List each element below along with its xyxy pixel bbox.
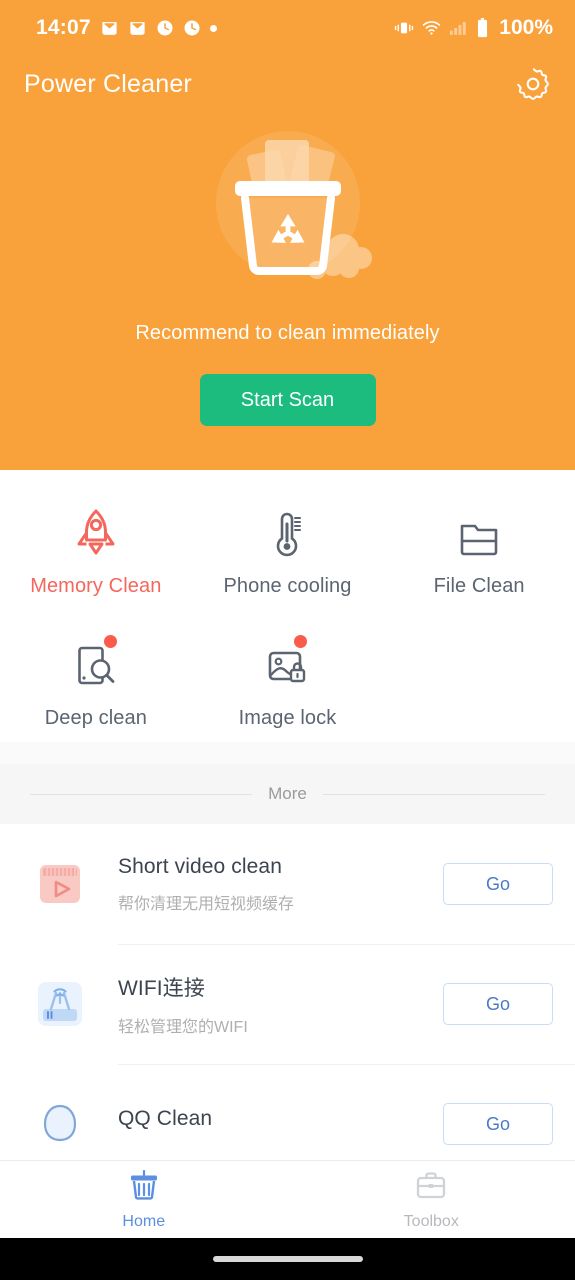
list-item-text: QQ Clean — [96, 1107, 443, 1142]
nav-label: Home — [122, 1213, 166, 1230]
feature-empty-slot — [383, 636, 575, 730]
image-lock-icon — [263, 635, 311, 692]
clock-icon — [184, 20, 200, 36]
folder-icon — [456, 504, 502, 560]
go-button[interactable]: Go — [443, 863, 553, 905]
feature-label: Phone cooling — [223, 575, 352, 597]
feature-row-1: Memory Clean Phone cooling File Clean — [0, 504, 575, 598]
bottom-navigation: Home Toolbox — [0, 1160, 575, 1238]
gear-icon[interactable] — [513, 64, 553, 104]
qq-icon — [24, 1096, 96, 1152]
feature-label: Memory Clean — [30, 575, 162, 597]
divider-line-left — [30, 793, 253, 795]
status-bar-left: 14:07 — [36, 16, 217, 40]
more-label: More — [268, 784, 307, 803]
router-icon — [24, 976, 96, 1032]
mail-icon — [102, 21, 117, 35]
dot-icon — [209, 24, 217, 32]
trash-bin-icon — [127, 1168, 161, 1207]
status-bar: 14:07 100% — [0, 0, 575, 56]
start-scan-button[interactable]: Start Scan — [199, 374, 376, 426]
list-item-title: Short video clean — [118, 854, 282, 878]
feature-deep-clean[interactable]: Deep clean — [0, 635, 192, 730]
nav-tab-toolbox[interactable]: Toolbox — [288, 1168, 575, 1231]
battery-icon — [478, 18, 488, 38]
list-item[interactable]: WIFI连接 轻松管理您的WIFI Go — [0, 944, 575, 1064]
gesture-pill[interactable] — [212, 1256, 363, 1262]
divider-line-right — [322, 793, 546, 795]
vibrate-icon — [395, 22, 414, 34]
battery-percent-label: 100% — [499, 16, 553, 39]
more-divider: More — [0, 764, 575, 824]
feature-grid: Memory Clean Phone cooling File Clean De… — [0, 470, 575, 742]
feature-image-lock[interactable]: Image lock — [192, 635, 384, 730]
feature-label: Image lock — [238, 707, 337, 729]
mail-icon — [130, 21, 145, 35]
trash-can-icon — [193, 118, 383, 308]
system-gesture-bar — [0, 1238, 575, 1280]
list-item-text: WIFI连接 轻松管理您的WIFI — [96, 972, 443, 1037]
feature-phone-cooling[interactable]: Phone cooling — [192, 504, 384, 598]
feature-memory-clean[interactable]: Memory Clean — [0, 504, 192, 598]
phone-search-icon — [73, 635, 119, 692]
list-item-subtitle: 帮你清理无用短视频缓存 — [118, 895, 295, 913]
feature-row-2: Deep clean Image lock — [0, 635, 575, 730]
list-item-title: QQ Clean — [118, 1106, 213, 1130]
hero-section: Power Cleaner Recommend to clean immedia… — [0, 56, 575, 470]
list-item[interactable]: Short video clean 帮你清理无用短视频缓存 Go — [0, 824, 575, 944]
promo-list: Short video clean 帮你清理无用短视频缓存 Go WIFI连接 — [0, 824, 575, 1184]
list-item-text: Short video clean 帮你清理无用短视频缓存 — [96, 855, 443, 914]
page-title: Power Cleaner — [24, 69, 192, 98]
wifi-icon — [423, 21, 441, 35]
clock-icon — [157, 20, 173, 36]
status-bar-clock: 14:07 — [36, 16, 91, 39]
thermometer-icon — [267, 504, 307, 560]
status-bar-right: 100% — [394, 16, 553, 40]
signal-icon — [450, 21, 467, 35]
nav-label: Toolbox — [403, 1213, 459, 1230]
list-item-title: WIFI连接 — [118, 976, 205, 1000]
feature-file-clean[interactable]: File Clean — [383, 504, 575, 598]
video-clapper-icon — [24, 856, 96, 912]
rocket-icon — [75, 504, 117, 560]
feature-label: File Clean — [433, 575, 525, 597]
go-button[interactable]: Go — [443, 1103, 553, 1145]
notification-badge — [103, 635, 117, 648]
app-screen: 14:07 100% Power Cleaner Recommend to cl… — [0, 0, 575, 1280]
go-button[interactable]: Go — [443, 983, 553, 1025]
app-bar: Power Cleaner — [0, 56, 575, 112]
briefcase-icon — [414, 1168, 448, 1207]
list-item-subtitle: 轻松管理您的WIFI — [118, 1018, 248, 1036]
nav-tab-home[interactable]: Home — [0, 1168, 288, 1231]
feature-label: Deep clean — [44, 707, 147, 729]
hero-caption: Recommend to clean immediately — [135, 322, 440, 344]
